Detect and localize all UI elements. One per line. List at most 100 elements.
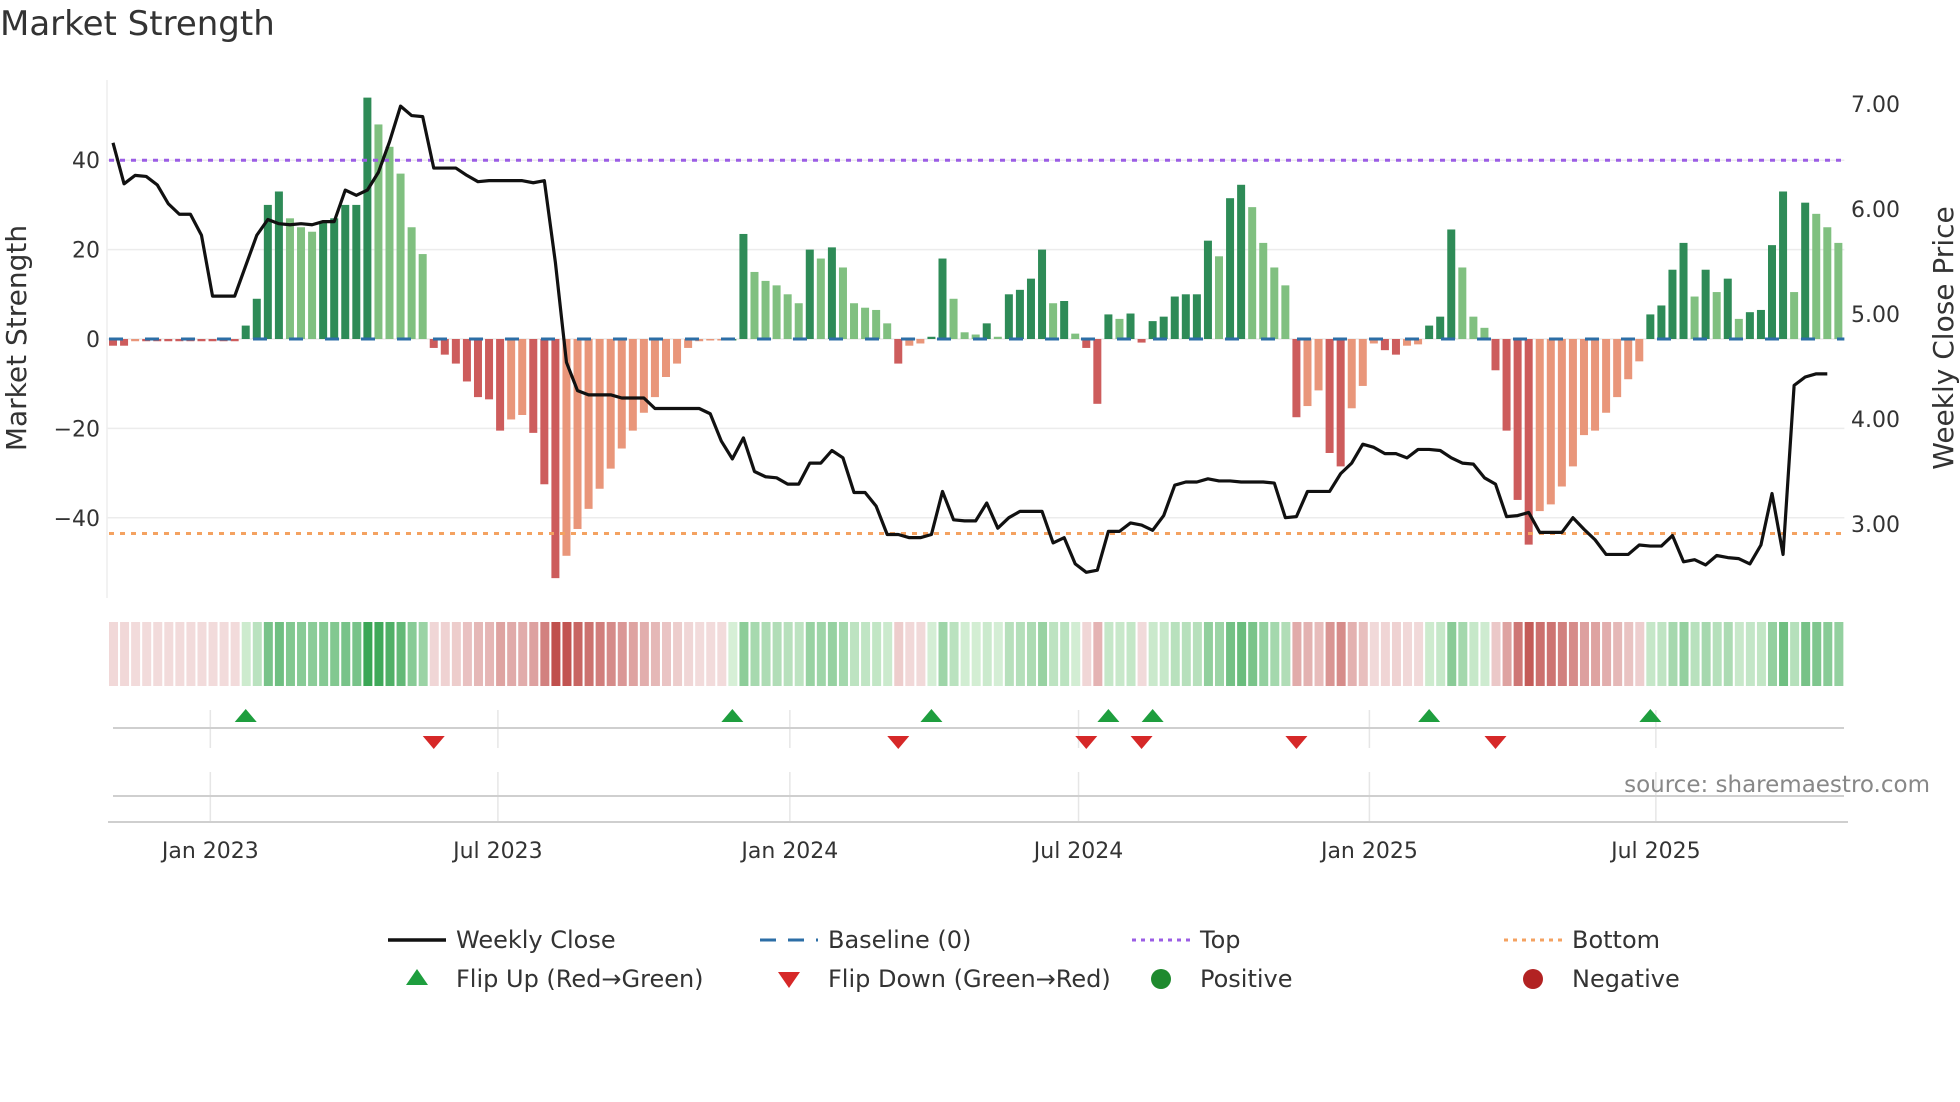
strength-bar: [1834, 242, 1843, 339]
strength-bar: [1613, 339, 1622, 398]
strength-bar: [1071, 333, 1080, 339]
strength-bar: [1347, 339, 1356, 409]
strength-bar: [606, 339, 615, 469]
legend-label: Flip Up (Red→Green): [456, 965, 704, 993]
legend-label: Top: [1199, 926, 1241, 954]
strength-bar: [1281, 285, 1290, 339]
heatmap-cell: [850, 622, 860, 686]
strength-bar: [706, 339, 715, 341]
market-strength-chart: 40 20 0 −20 −40 7.00 6.00 5.00 4.00 3.00 Market St…: [0, 80, 1960, 993]
strength-bar: [1790, 292, 1799, 339]
heatmap-cell: [1049, 622, 1059, 686]
heatmap-cell: [1591, 622, 1601, 686]
heatmap-cell: [1834, 622, 1844, 686]
heatmap-cell: [1093, 622, 1103, 686]
heatmap-cell: [905, 622, 915, 686]
heatmap-cell: [1336, 622, 1346, 686]
heatmap-cell: [916, 622, 926, 686]
heatmap-cell: [993, 622, 1003, 686]
strength-bar: [1513, 339, 1522, 500]
heatmap-cell: [109, 622, 118, 686]
heatmap-cell: [1734, 622, 1744, 686]
heatmap-cell: [1082, 622, 1092, 686]
strength-bar: [827, 247, 836, 339]
heatmap-cell: [297, 622, 307, 686]
heatmap-cell: [197, 622, 207, 686]
heatmap-cell: [794, 622, 804, 686]
strength-bar: [529, 339, 538, 433]
heatmap-cell: [1801, 622, 1811, 686]
y-tick-label: 20: [72, 239, 100, 264]
heatmap-cell: [1579, 622, 1589, 686]
strength-bar: [1391, 339, 1400, 355]
flip-up-marker: [234, 709, 257, 722]
strength-bar: [1314, 339, 1323, 391]
heatmap-cell: [219, 622, 229, 686]
heatmap-cell: [485, 622, 495, 686]
strength-bar: [1668, 269, 1677, 339]
strength-bar: [507, 339, 516, 420]
strength-bar: [1248, 207, 1257, 339]
heatmap-cell: [1237, 622, 1247, 686]
heatmap-cell: [639, 622, 649, 686]
heatmap-cell: [1613, 622, 1623, 686]
heatmap-cell: [308, 622, 318, 686]
y-axis-label: Market Strength: [0, 225, 33, 451]
strength-bar: [1690, 296, 1699, 339]
heatmap-cell: [827, 622, 837, 686]
strength-bar: [1380, 339, 1389, 351]
strength-bar: [1768, 245, 1776, 339]
y2-tick-label: 5.00: [1851, 303, 1900, 328]
heatmap-cell: [1148, 622, 1158, 686]
strength-bar: [1049, 303, 1058, 339]
heatmap-cell: [628, 622, 638, 686]
heatmap-cell: [1071, 622, 1081, 686]
x-tick-label: Jan 2025: [1319, 839, 1418, 864]
strength-bar: [1148, 321, 1157, 339]
heatmap-cell: [1038, 622, 1048, 686]
heatmap-cell: [1624, 622, 1634, 686]
heatmap-cell: [1403, 622, 1413, 686]
heatmap-cell: [1458, 622, 1468, 686]
heatmap-cell: [1181, 622, 1191, 686]
strength-bar: [1425, 325, 1434, 339]
y2-tick-label: 7.00: [1851, 93, 1900, 118]
flip-down-marker: [1484, 736, 1507, 749]
strength-bar: [805, 249, 814, 339]
x-tick-label: Jan 2023: [160, 839, 259, 864]
strength-bar: [628, 339, 637, 431]
strength-bar: [1104, 314, 1113, 339]
heatmap-cell: [1380, 622, 1390, 686]
heatmap-cell: [1635, 622, 1645, 686]
heatmap-cell: [473, 622, 483, 686]
strength-bar: [540, 339, 549, 485]
strength-bar: [518, 339, 527, 415]
heatmap-cell: [1226, 622, 1236, 686]
heatmap-cell: [1812, 622, 1822, 686]
heatmap-cell: [374, 622, 384, 686]
strength-bar: [949, 298, 958, 339]
legend-label: Bottom: [1572, 926, 1660, 954]
strength-bar: [1358, 339, 1367, 386]
heatmap-cell: [1004, 622, 1014, 686]
strength-bar: [1004, 294, 1013, 339]
heatmap-cell: [1026, 622, 1036, 686]
strength-bar: [1734, 318, 1743, 339]
strength-bar: [617, 339, 626, 449]
heatmap-cell: [186, 622, 196, 686]
strength-bar: [1712, 292, 1721, 339]
strength-bar: [794, 303, 803, 339]
heatmap-cell: [1469, 622, 1479, 686]
heatmap-cell: [1347, 622, 1357, 686]
strength-bar: [341, 204, 350, 339]
strength-bar: [1126, 313, 1135, 339]
heatmap-cell: [363, 622, 373, 686]
heatmap-cell: [971, 622, 981, 686]
strength-bar: [761, 280, 770, 339]
strength-bar: [850, 303, 859, 339]
strength-bar: [385, 146, 394, 339]
heatmap-cell: [518, 622, 528, 686]
strength-bar: [1215, 256, 1223, 339]
heatmap-cell: [861, 622, 871, 686]
strength-bar: [1026, 278, 1035, 339]
